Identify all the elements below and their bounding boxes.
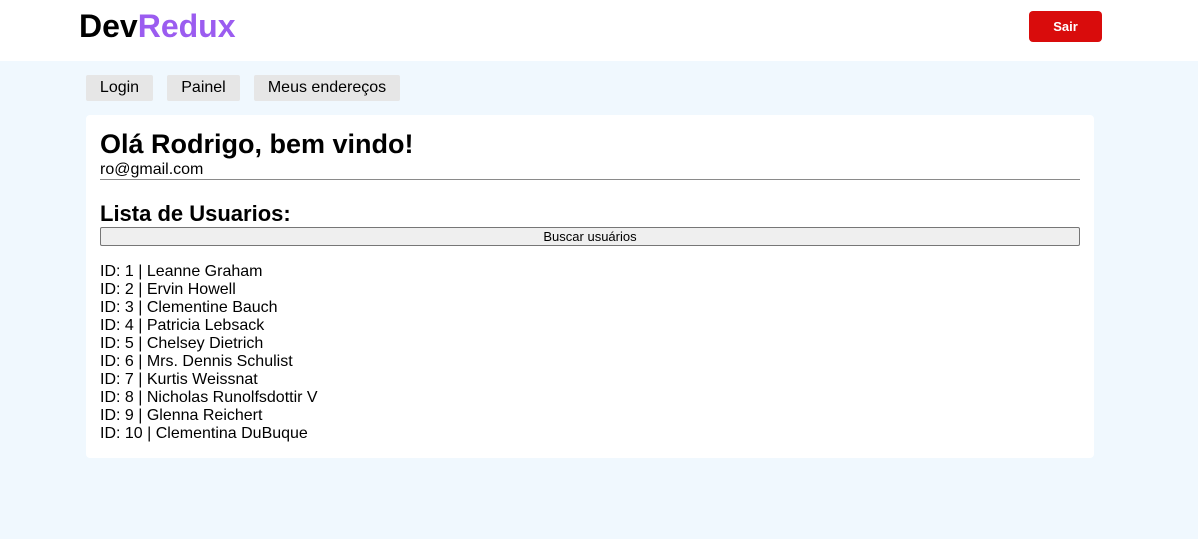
nav-panel-button[interactable]: Painel bbox=[167, 75, 240, 101]
logo-redux-text: Redux bbox=[137, 8, 236, 44]
list-item: ID: 8 | Nicholas Runolfsdottir V bbox=[100, 389, 318, 406]
list-item: ID: 7 | Kurtis Weissnat bbox=[100, 371, 258, 388]
users-list: ID: 1 | Leanne Graham ID: 2 | Ervin Howe… bbox=[100, 263, 318, 443]
list-item: ID: 4 | Patricia Lebsack bbox=[100, 317, 265, 334]
dashboard-card: Olá Rodrigo, bem vindo! ro@gmail.com Lis… bbox=[86, 115, 1094, 458]
list-item: ID: 9 | Glenna Reichert bbox=[100, 407, 263, 424]
list-item: ID: 10 | Clementina DuBuque bbox=[100, 425, 308, 442]
list-item: ID: 3 | Clementine Bauch bbox=[100, 299, 278, 316]
logo-dev-text: Dev bbox=[79, 8, 138, 44]
nav-login-button[interactable]: Login bbox=[86, 75, 153, 101]
fetch-users-button[interactable]: Buscar usuários bbox=[100, 227, 1080, 246]
logo: DevRedux bbox=[79, 8, 236, 44]
users-list-title: Lista de Usuarios: bbox=[100, 201, 291, 226]
list-item: ID: 6 | Mrs. Dennis Schulist bbox=[100, 353, 293, 370]
user-email: ro@gmail.com bbox=[100, 161, 204, 178]
page-title: Olá Rodrigo, bem vindo! bbox=[100, 129, 414, 159]
list-item: ID: 1 | Leanne Graham bbox=[100, 263, 263, 280]
list-item: ID: 2 | Ervin Howell bbox=[100, 281, 236, 298]
nav-addresses-button[interactable]: Meus endereços bbox=[254, 75, 400, 101]
top-bar: DevRedux Sair bbox=[0, 0, 1198, 61]
logout-button[interactable]: Sair bbox=[1029, 11, 1102, 42]
list-item: ID: 5 | Chelsey Dietrich bbox=[100, 335, 264, 352]
divider bbox=[100, 179, 1080, 180]
